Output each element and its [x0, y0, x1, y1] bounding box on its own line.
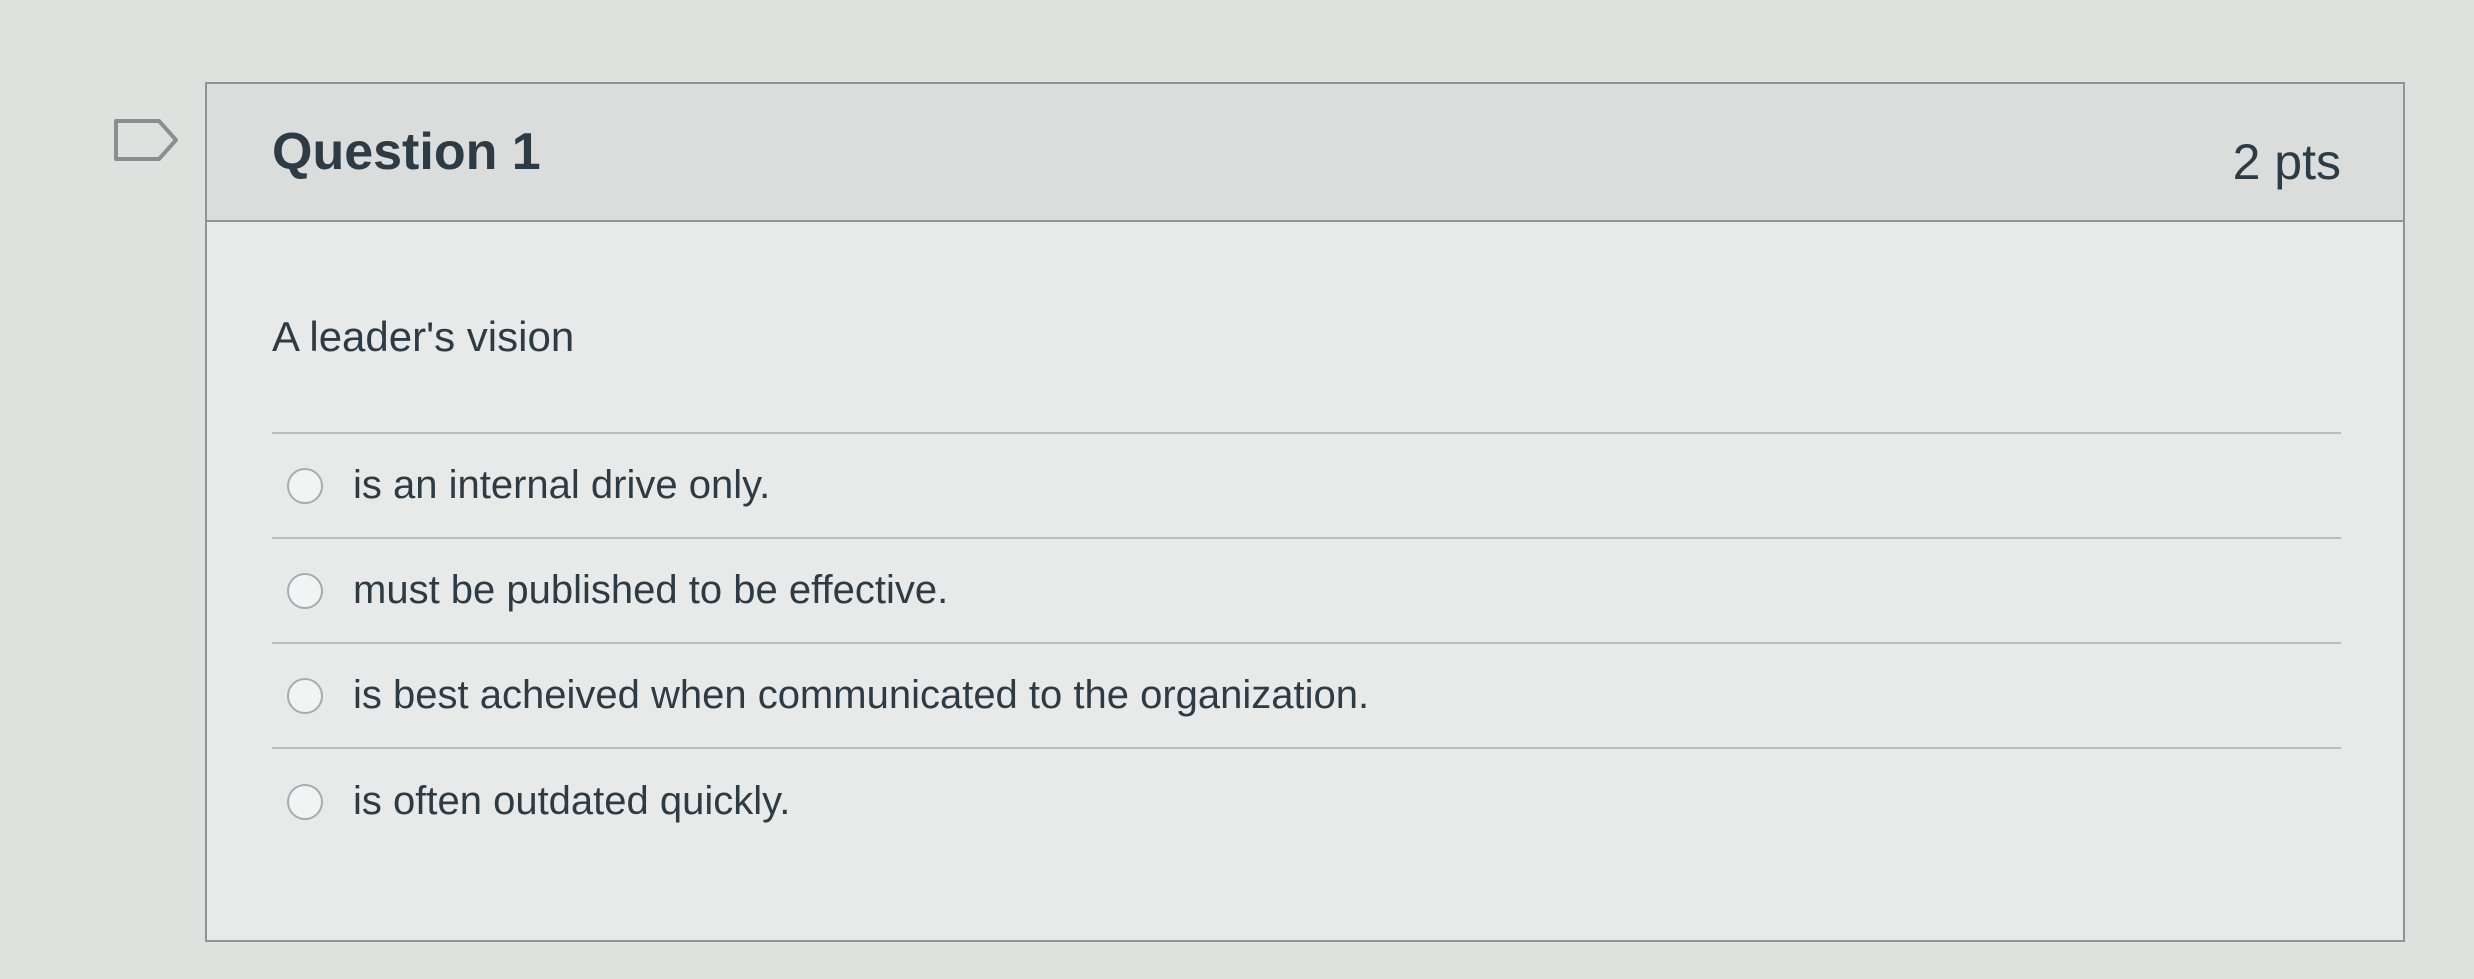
- answer-option[interactable]: must be published to be effective.: [272, 539, 2341, 645]
- question-text: A leader's vision: [272, 313, 575, 360]
- answer-radio[interactable]: [287, 467, 323, 504]
- question-points: 2 pts: [2232, 134, 2341, 190]
- question-body: A leader's vision is an internal drive o…: [207, 222, 2403, 854]
- answer-label[interactable]: is best acheived when communicated to th…: [353, 673, 1369, 718]
- answer-label[interactable]: must be published to be effective.: [353, 568, 948, 613]
- answer-radio[interactable]: [287, 783, 323, 820]
- question-card: Question 1 2 pts A leader's vision is an…: [205, 82, 2405, 942]
- answer-option[interactable]: is an internal drive only.: [272, 434, 2341, 540]
- flag-question-icon[interactable]: [113, 118, 179, 162]
- answer-list: is an internal drive only. must be publi…: [272, 432, 2341, 854]
- answer-label[interactable]: is often outdated quickly.: [353, 779, 790, 824]
- answer-option[interactable]: is best acheived when communicated to th…: [272, 644, 2341, 750]
- question-title: Question 1: [272, 123, 541, 181]
- answer-option[interactable]: is often outdated quickly.: [272, 749, 2341, 854]
- answer-radio[interactable]: [287, 677, 323, 714]
- question-header: Question 1 2 pts: [207, 84, 2403, 222]
- answer-radio[interactable]: [287, 572, 323, 609]
- answer-label[interactable]: is an internal drive only.: [353, 463, 770, 508]
